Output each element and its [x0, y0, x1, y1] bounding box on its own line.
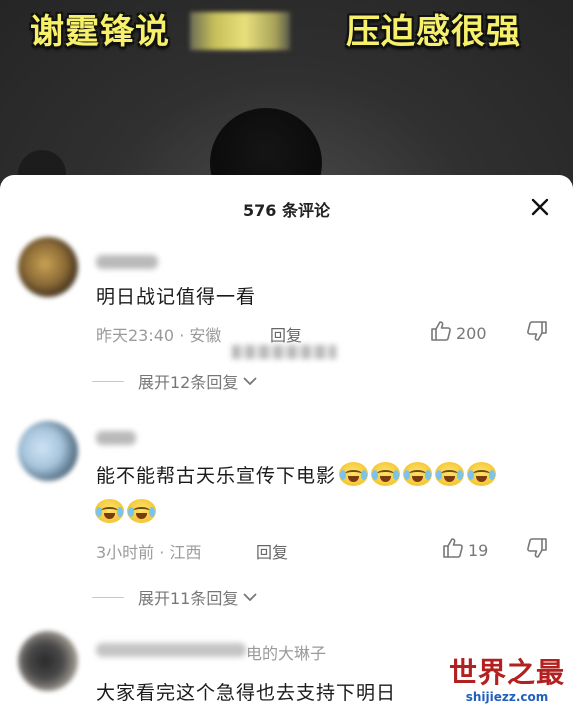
watermark-logo: 世界之最 shijiezz.com [449, 656, 565, 704]
reply-button[interactable]: 回复 [270, 322, 302, 346]
laughing-tears-emoji-icon [403, 462, 433, 486]
video-caption-left: 谢霆锋说 [30, 12, 170, 52]
laughing-tears-emoji-icon [371, 462, 401, 486]
comment-count-title: 576 条评论 [243, 201, 330, 220]
watermark-site: shijiezz.com [465, 690, 549, 704]
laughing-tears-emoji-icon [95, 499, 124, 523]
like-count: 19 [468, 540, 489, 560]
like-button[interactable]: 200 [430, 320, 487, 346]
divider [92, 596, 124, 598]
blurred-smear [232, 345, 336, 359]
thumbs-up-icon [442, 537, 464, 563]
thumbs-down-icon [526, 538, 548, 563]
username-blurred[interactable] [96, 643, 246, 657]
reply-button[interactable]: 回复 [256, 539, 288, 563]
username-blurred[interactable] [96, 255, 158, 269]
comment-text: 明日战记值得一看 [96, 286, 257, 308]
comment-emoji-row [92, 499, 156, 523]
username[interactable]: 电的大琳子 [246, 640, 326, 664]
chevron-down-icon [242, 375, 258, 387]
chevron-down-icon [242, 591, 258, 603]
comment-meta: 昨天23:40 · 安徽 [96, 326, 222, 345]
expand-replies-button[interactable]: 展开11条回复 [92, 585, 258, 609]
thumbs-up-icon [430, 320, 452, 346]
comment-text-body: 能不能帮古天乐宣传下电影 [96, 465, 337, 487]
video-player[interactable]: 谢霆锋说 压迫感很强 [0, 0, 573, 178]
dislike-button[interactable] [526, 320, 548, 346]
comment-panel: 576 条评论 明日战记值得一看 昨天23:40 · 安徽 回复 200 展开1… [0, 175, 573, 706]
like-count: 200 [456, 323, 487, 343]
avatar[interactable] [18, 237, 78, 297]
like-button[interactable]: 19 [442, 537, 488, 563]
laughing-tears-emoji-icon [127, 499, 156, 523]
comment-meta: 3小时前 · 江西 [96, 543, 202, 562]
dislike-button[interactable] [526, 537, 548, 563]
caption-blurred-region [190, 12, 290, 50]
expand-replies-label: 展开12条回复 [138, 373, 239, 392]
expand-replies-label: 展开11条回复 [138, 589, 239, 608]
expand-replies-button[interactable]: 展开12条回复 [92, 369, 258, 393]
avatar[interactable] [18, 421, 78, 481]
avatar[interactable] [18, 631, 78, 691]
comment-text: 大家看完这个急得也去支持下明日 [96, 682, 397, 704]
username-blurred[interactable] [96, 431, 136, 445]
video-person-head [210, 108, 322, 178]
close-icon[interactable] [529, 196, 551, 218]
laughing-tears-emoji-icon [435, 462, 465, 486]
laughing-tears-emoji-icon [339, 462, 369, 486]
comment-text: 能不能帮古天乐宣传下电影 [96, 461, 497, 488]
video-background-figure [18, 150, 66, 178]
watermark-title: 世界之最 [448, 656, 565, 689]
laughing-tears-emoji-icon [467, 462, 497, 486]
thumbs-down-icon [526, 321, 548, 346]
video-caption-right: 压迫感很强 [346, 12, 521, 52]
divider [92, 380, 124, 382]
